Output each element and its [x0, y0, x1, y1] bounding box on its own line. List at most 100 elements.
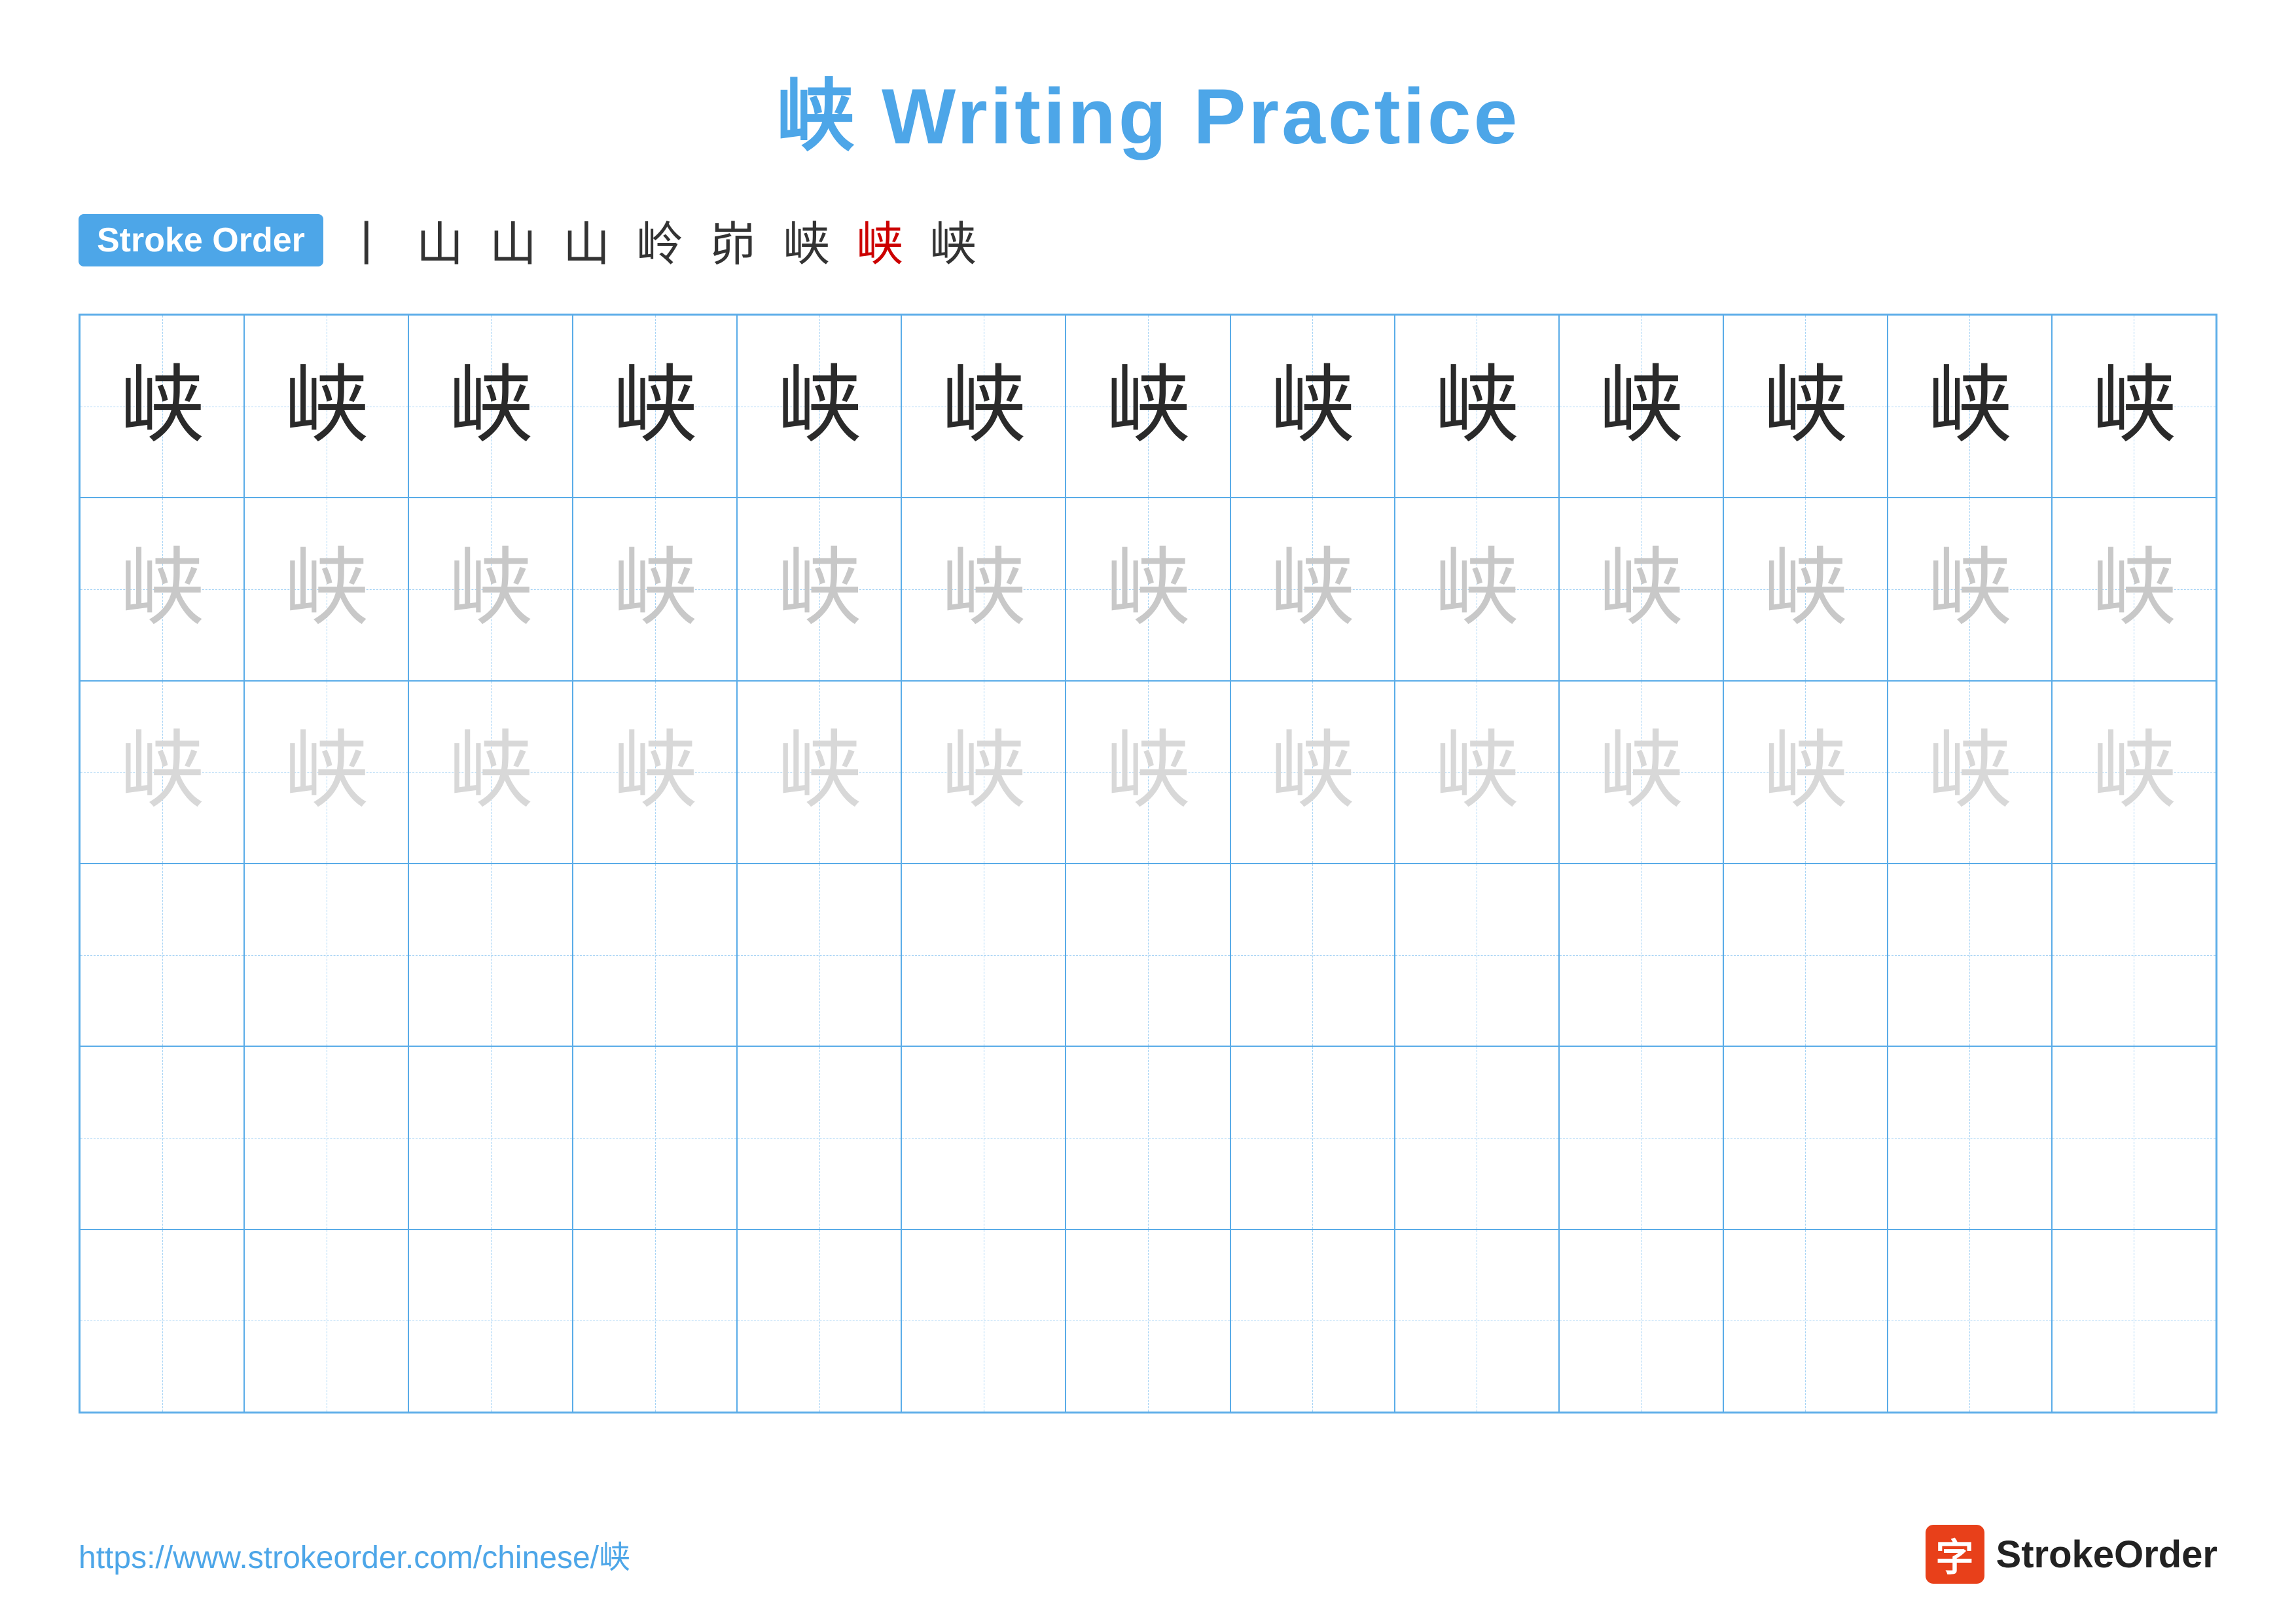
- practice-char: 峡: [1927, 547, 2012, 632]
- grid-cell[interactable]: [1723, 864, 1888, 1046]
- grid-cell[interactable]: [1888, 864, 2052, 1046]
- grid-cell[interactable]: 峡: [573, 315, 737, 498]
- grid-cell[interactable]: [1230, 864, 1395, 1046]
- grid-cell[interactable]: 峡: [2052, 315, 2216, 498]
- grid-cell[interactable]: 峡: [1888, 681, 2052, 864]
- grid-cell[interactable]: [1395, 864, 1559, 1046]
- grid-cell[interactable]: [1723, 1046, 1888, 1229]
- grid-cell[interactable]: [408, 1230, 573, 1412]
- grid-cell[interactable]: [2052, 864, 2216, 1046]
- grid-cell[interactable]: 峡: [1888, 315, 2052, 498]
- practice-char: 峡: [1927, 364, 2012, 449]
- grid-cell[interactable]: 峡: [1230, 315, 1395, 498]
- footer-url[interactable]: https://www.strokeorder.com/chinese/峡: [79, 1531, 630, 1577]
- grid-cell[interactable]: [573, 1230, 737, 1412]
- grid-cell[interactable]: [408, 1046, 573, 1229]
- grid-cell[interactable]: 峡: [408, 315, 573, 498]
- grid-cell[interactable]: 峡: [1888, 498, 2052, 680]
- grid-cell[interactable]: [2052, 1230, 2216, 1412]
- grid-cell[interactable]: 峡: [573, 681, 737, 864]
- grid-cell[interactable]: [80, 864, 244, 1046]
- grid-cell[interactable]: 峡: [1723, 498, 1888, 680]
- grid-cell[interactable]: [1066, 864, 1230, 1046]
- grid-cell[interactable]: 峡: [1066, 681, 1230, 864]
- grid-cell[interactable]: [408, 864, 573, 1046]
- grid-cell[interactable]: 峡: [573, 498, 737, 680]
- grid-cell[interactable]: 峡: [1559, 315, 1723, 498]
- grid-cell[interactable]: 峡: [901, 315, 1066, 498]
- grid-cell[interactable]: [2052, 1046, 2216, 1229]
- grid-cell[interactable]: [1888, 1230, 2052, 1412]
- grid-cell[interactable]: 峡: [1066, 498, 1230, 680]
- grid-cell[interactable]: 峡: [1723, 315, 1888, 498]
- stroke-step-9: 峡: [929, 206, 977, 274]
- grid-cell[interactable]: 峡: [1723, 681, 1888, 864]
- stroke-step-2: 山: [416, 206, 463, 274]
- logo-name: StrokeOrder: [1996, 1533, 2217, 1577]
- grid-cell[interactable]: [573, 1046, 737, 1229]
- stroke-step-8: 峡: [856, 206, 903, 274]
- grid-cell[interactable]: [573, 864, 737, 1046]
- grid-cell[interactable]: 峡: [1230, 498, 1395, 680]
- grid-cell[interactable]: [80, 1230, 244, 1412]
- grid-cell[interactable]: [901, 864, 1066, 1046]
- grid-cell[interactable]: 峡: [1395, 681, 1559, 864]
- logo-icon: 字: [1926, 1525, 1984, 1584]
- grid-cell[interactable]: 峡: [80, 315, 244, 498]
- practice-char: 峡: [613, 364, 698, 449]
- grid-cell[interactable]: 峡: [80, 498, 244, 680]
- practice-char: 峡: [1598, 729, 1683, 814]
- grid-cell[interactable]: [1066, 1046, 1230, 1229]
- practice-char: 峡: [2091, 729, 2176, 814]
- grid-cell[interactable]: 峡: [737, 681, 901, 864]
- grid-cell[interactable]: 峡: [901, 498, 1066, 680]
- practice-char: 峡: [1598, 364, 1683, 449]
- practice-grid[interactable]: 峡峡峡峡峡峡峡峡峡峡峡峡峡峡峡峡峡峡峡峡峡峡峡峡峡峡峡峡峡峡峡峡峡峡峡峡峡峡峡: [79, 314, 2217, 1413]
- grid-cell[interactable]: 峡: [408, 498, 573, 680]
- grid-cell[interactable]: [737, 864, 901, 1046]
- grid-cell[interactable]: [244, 1046, 408, 1229]
- grid-cell[interactable]: [1230, 1046, 1395, 1229]
- grid-cell[interactable]: 峡: [1559, 498, 1723, 680]
- grid-cell[interactable]: 峡: [901, 681, 1066, 864]
- practice-char: 峡: [120, 547, 205, 632]
- grid-cell[interactable]: [737, 1230, 901, 1412]
- grid-cell[interactable]: 峡: [1559, 681, 1723, 864]
- grid-cell[interactable]: 峡: [2052, 681, 2216, 864]
- practice-char: 峡: [777, 364, 862, 449]
- grid-cell[interactable]: [737, 1046, 901, 1229]
- grid-cell[interactable]: [1230, 1230, 1395, 1412]
- grid-cell[interactable]: [901, 1230, 1066, 1412]
- grid-cell[interactable]: 峡: [80, 681, 244, 864]
- grid-cell[interactable]: 峡: [244, 498, 408, 680]
- grid-cell[interactable]: 峡: [1395, 315, 1559, 498]
- grid-cell[interactable]: 峡: [244, 681, 408, 864]
- grid-cell[interactable]: [1066, 1230, 1230, 1412]
- grid-cell[interactable]: [1395, 1046, 1559, 1229]
- grid-cell[interactable]: 峡: [1066, 315, 1230, 498]
- grid-cell[interactable]: [244, 864, 408, 1046]
- practice-char: 峡: [2091, 364, 2176, 449]
- grid-cell[interactable]: 峡: [1230, 681, 1395, 864]
- stroke-order-badge: Stroke Order: [79, 214, 323, 266]
- grid-cell[interactable]: 峡: [2052, 498, 2216, 680]
- stroke-steps: 丨 山 山 山 岭 峁 峡 峡 峡: [343, 206, 977, 274]
- grid-cell[interactable]: [1888, 1046, 2052, 1229]
- stroke-step-7: 峡: [783, 206, 830, 274]
- grid-cell[interactable]: [1723, 1230, 1888, 1412]
- grid-cell[interactable]: 峡: [408, 681, 573, 864]
- grid-cell[interactable]: 峡: [737, 315, 901, 498]
- grid-cell[interactable]: [244, 1230, 408, 1412]
- grid-cell[interactable]: [80, 1046, 244, 1229]
- grid-cell[interactable]: [1559, 864, 1723, 1046]
- grid-cell[interactable]: 峡: [1395, 498, 1559, 680]
- stroke-step-6: 峁: [709, 206, 757, 274]
- stroke-order-row: Stroke Order 丨 山 山 山 岭 峁 峡 峡 峡: [79, 206, 2217, 274]
- grid-cell[interactable]: [1395, 1230, 1559, 1412]
- grid-cell[interactable]: [1559, 1046, 1723, 1229]
- grid-cell[interactable]: [1559, 1230, 1723, 1412]
- grid-cell[interactable]: 峡: [244, 315, 408, 498]
- grid-cell[interactable]: [901, 1046, 1066, 1229]
- grid-cell[interactable]: 峡: [737, 498, 901, 680]
- stroke-step-5: 岭: [636, 206, 683, 274]
